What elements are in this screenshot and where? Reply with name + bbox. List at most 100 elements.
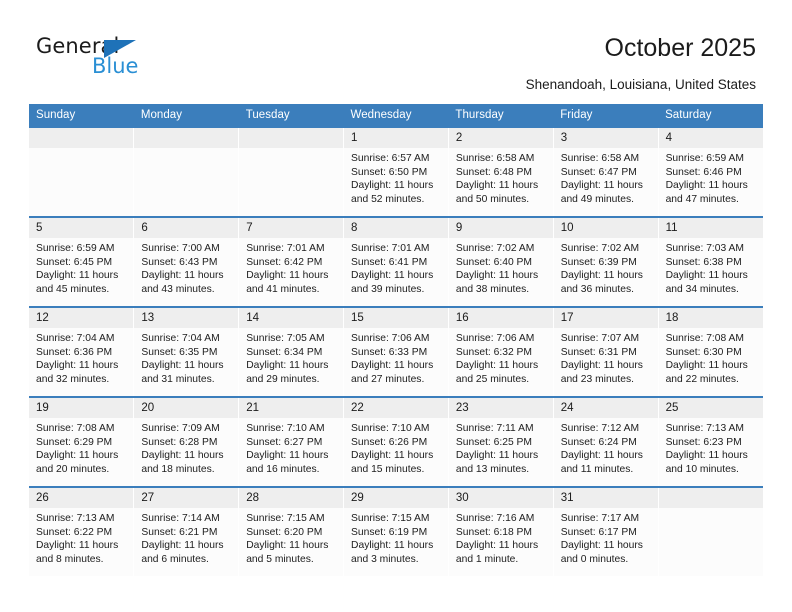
location-subtitle: Shenandoah, Louisiana, United States bbox=[525, 77, 756, 92]
day-number: 29 bbox=[344, 488, 448, 508]
day-number: 8 bbox=[344, 218, 448, 238]
calendar-day-cell[interactable]: 3 Sunrise: 6:58 AM Sunset: 6:47 PM Daylight… bbox=[553, 126, 659, 217]
day-details: Sunrise: 6:58 AM Sunset: 6:48 PM Daylight:… bbox=[449, 148, 553, 206]
calendar-day-cell[interactable]: 16 Sunrise: 7:06 AM Sunset: 6:32 PM Dayligh… bbox=[448, 306, 554, 397]
sunrise-time: Sunrise: 7:03 AM bbox=[665, 243, 744, 254]
daylight-duration-line1: Daylight: 11 hours bbox=[351, 180, 434, 192]
daylight-duration-line1: Daylight: 11 hours bbox=[141, 360, 224, 372]
day-number: 21 bbox=[239, 398, 344, 418]
calendar-day-cell[interactable]: 21 Sunrise: 7:10 AM Sunset: 6:27 PM Dayligh… bbox=[238, 396, 345, 487]
daylight-duration-line2: and 22 minutes. bbox=[665, 373, 739, 385]
calendar-day-cell[interactable]: 22 Sunrise: 7:10 AM Sunset: 6:26 PM Dayligh… bbox=[343, 396, 449, 487]
sunrise-time: Sunrise: 6:59 AM bbox=[665, 153, 744, 164]
day-number: 26 bbox=[29, 488, 134, 508]
general-blue-logo[interactable]: General Blue bbox=[36, 34, 266, 90]
calendar-day-cell[interactable]: 28 Sunrise: 7:15 AM Sunset: 6:20 PM Dayligh… bbox=[238, 486, 345, 576]
daylight-duration-line1: Daylight: 11 hours bbox=[560, 270, 643, 282]
calendar-day-cell[interactable]: 11 Sunrise: 7:03 AM Sunset: 6:38 PM Dayligh… bbox=[658, 216, 763, 307]
calendar-day-cell[interactable]: 31 Sunrise: 7:17 AM Sunset: 6:17 PM Dayligh… bbox=[553, 486, 659, 576]
calendar-day-cell[interactable]: 2 Sunrise: 6:58 AM Sunset: 6:48 PM Daylight… bbox=[448, 126, 554, 217]
day-number: 28 bbox=[239, 488, 344, 508]
calendar-day-cell[interactable]: 7 Sunrise: 7:01 AM Sunset: 6:42 PM Daylight… bbox=[238, 216, 345, 307]
sunrise-time: Sunrise: 7:13 AM bbox=[36, 513, 115, 524]
daylight-duration-line2: and 31 minutes. bbox=[141, 373, 215, 385]
sunset-time: Sunset: 6:26 PM bbox=[351, 436, 428, 448]
day-details: Sunrise: 7:15 AM Sunset: 6:19 PM Daylight:… bbox=[344, 508, 448, 566]
daylight-duration-line2: and 25 minutes. bbox=[455, 373, 530, 385]
calendar-day-cell[interactable]: 19 Sunrise: 7:08 AM Sunset: 6:29 PM Dayligh… bbox=[29, 396, 135, 487]
calendar-body: 1 Sunrise: 6:57 AM Sunset: 6:50 PM Daylight… bbox=[29, 126, 763, 576]
calendar-day-cell[interactable]: 27 Sunrise: 7:14 AM Sunset: 6:21 PM Dayligh… bbox=[133, 486, 240, 576]
calendar-day-cell[interactable]: 14 Sunrise: 7:05 AM Sunset: 6:34 PM Dayligh… bbox=[238, 306, 345, 397]
day-details: Sunrise: 6:59 AM Sunset: 6:46 PM Daylight:… bbox=[659, 148, 763, 206]
calendar-day-cell[interactable]: 30 Sunrise: 7:16 AM Sunset: 6:18 PM Dayligh… bbox=[448, 486, 554, 576]
sunset-time: Sunset: 6:45 PM bbox=[36, 256, 113, 268]
daylight-duration-line1: Daylight: 11 hours bbox=[36, 360, 119, 372]
daylight-duration-line2: and 3 minutes. bbox=[351, 553, 419, 565]
sunrise-time: Sunrise: 7:16 AM bbox=[455, 513, 535, 524]
sunset-time: Sunset: 6:42 PM bbox=[246, 256, 323, 268]
daylight-duration-line2: and 39 minutes. bbox=[351, 283, 425, 295]
day-details: Sunrise: 7:13 AM Sunset: 6:22 PM Daylight:… bbox=[29, 508, 133, 566]
calendar-day-cell[interactable]: 18 Sunrise: 7:08 AM Sunset: 6:30 PM Dayligh… bbox=[658, 306, 763, 397]
daylight-duration-line1: Daylight: 11 hours bbox=[560, 450, 643, 462]
day-number: 4 bbox=[658, 128, 763, 148]
daylight-duration-line2: and 6 minutes. bbox=[141, 553, 209, 565]
sunrise-time: Sunrise: 7:08 AM bbox=[36, 423, 115, 434]
calendar-day-cell[interactable]: 23 Sunrise: 7:11 AM Sunset: 6:25 PM Dayligh… bbox=[448, 396, 554, 487]
calendar-day-cell[interactable]: 10 Sunrise: 7:02 AM Sunset: 6:39 PM Dayligh… bbox=[553, 216, 659, 307]
daylight-duration-line1: Daylight: 11 hours bbox=[141, 270, 224, 282]
calendar-day-cell[interactable]: 20 Sunrise: 7:09 AM Sunset: 6:28 PM Dayligh… bbox=[133, 396, 240, 487]
calendar-day-cell-empty bbox=[29, 126, 135, 217]
calendar-day-cell[interactable]: 9 Sunrise: 7:02 AM Sunset: 6:40 PM Daylight… bbox=[448, 216, 554, 307]
day-number: 27 bbox=[134, 488, 239, 508]
day-number: 2 bbox=[448, 128, 553, 148]
day-details: Sunrise: 7:02 AM Sunset: 6:39 PM Daylight:… bbox=[554, 238, 658, 296]
daylight-duration-line1: Daylight: 11 hours bbox=[351, 540, 434, 552]
calendar-day-cell[interactable]: 24 Sunrise: 7:12 AM Sunset: 6:24 PM Dayligh… bbox=[553, 396, 659, 487]
calendar-day-cell[interactable]: 12 Sunrise: 7:04 AM Sunset: 6:36 PM Dayligh… bbox=[29, 306, 135, 397]
daylight-duration-line2: and 36 minutes. bbox=[560, 283, 634, 295]
calendar-day-cell[interactable]: 4 Sunrise: 6:59 AM Sunset: 6:46 PM Daylight… bbox=[658, 126, 763, 217]
daylight-duration-line2: and 5 minutes. bbox=[246, 553, 314, 565]
calendar-day-cell[interactable]: 25 Sunrise: 7:13 AM Sunset: 6:23 PM Dayligh… bbox=[658, 396, 763, 487]
calendar-day-cell[interactable]: 5 Sunrise: 6:59 AM Sunset: 6:45 PM Daylight… bbox=[29, 216, 135, 307]
day-details: Sunrise: 7:10 AM Sunset: 6:27 PM Daylight:… bbox=[239, 418, 343, 476]
daylight-duration-line1: Daylight: 11 hours bbox=[455, 180, 539, 192]
day-number: 22 bbox=[344, 398, 448, 418]
daylight-duration-line1: Daylight: 11 hours bbox=[351, 270, 434, 282]
calendar-day-cell[interactable]: 26 Sunrise: 7:13 AM Sunset: 6:22 PM Dayligh… bbox=[29, 486, 135, 576]
calendar-day-cell[interactable]: 1 Sunrise: 6:57 AM Sunset: 6:50 PM Daylight… bbox=[343, 126, 449, 217]
daylight-duration-line2: and 49 minutes. bbox=[560, 193, 634, 205]
day-details: Sunrise: 7:10 AM Sunset: 6:26 PM Daylight:… bbox=[344, 418, 448, 476]
calendar-day-cell[interactable]: 15 Sunrise: 7:06 AM Sunset: 6:33 PM Dayligh… bbox=[343, 306, 449, 397]
daylight-duration-line1: Daylight: 11 hours bbox=[455, 270, 539, 282]
sunrise-time: Sunrise: 7:09 AM bbox=[141, 423, 220, 434]
sunset-time: Sunset: 6:36 PM bbox=[36, 346, 113, 358]
calendar-day-cell[interactable]: 13 Sunrise: 7:04 AM Sunset: 6:35 PM Dayligh… bbox=[133, 306, 240, 397]
day-number: 16 bbox=[448, 308, 553, 328]
sunrise-time: Sunrise: 7:10 AM bbox=[246, 423, 325, 434]
weekday-header-tuesday: Tuesday bbox=[238, 104, 344, 127]
sunrise-time: Sunrise: 6:58 AM bbox=[560, 153, 640, 164]
sunset-time: Sunset: 6:19 PM bbox=[351, 526, 428, 538]
calendar-day-cell[interactable]: 6 Sunrise: 7:00 AM Sunset: 6:43 PM Daylight… bbox=[133, 216, 240, 307]
sunset-time: Sunset: 6:33 PM bbox=[351, 346, 428, 358]
daylight-duration-line2: and 45 minutes. bbox=[36, 283, 110, 295]
calendar-week-row: 1 Sunrise: 6:57 AM Sunset: 6:50 PM Daylight… bbox=[29, 126, 763, 217]
day-details: Sunrise: 7:08 AM Sunset: 6:30 PM Daylight:… bbox=[659, 328, 763, 386]
sunrise-time: Sunrise: 7:15 AM bbox=[246, 513, 325, 524]
sunrise-time: Sunrise: 7:01 AM bbox=[351, 243, 430, 254]
day-number: 3 bbox=[553, 128, 658, 148]
calendar-day-cell[interactable]: 17 Sunrise: 7:07 AM Sunset: 6:31 PM Dayligh… bbox=[553, 306, 659, 397]
sunset-time: Sunset: 6:41 PM bbox=[351, 256, 428, 268]
day-details: Sunrise: 7:06 AM Sunset: 6:33 PM Daylight:… bbox=[344, 328, 448, 386]
sunrise-time: Sunrise: 7:04 AM bbox=[36, 333, 115, 344]
sunrise-time: Sunrise: 7:14 AM bbox=[141, 513, 220, 524]
daylight-duration-line2: and 52 minutes. bbox=[351, 193, 425, 205]
weekday-header-thursday: Thursday bbox=[448, 104, 554, 127]
day-number: 17 bbox=[553, 308, 658, 328]
sunrise-time: Sunrise: 7:01 AM bbox=[246, 243, 325, 254]
calendar-day-cell[interactable]: 8 Sunrise: 7:01 AM Sunset: 6:41 PM Daylight… bbox=[343, 216, 449, 307]
calendar-day-cell[interactable]: 29 Sunrise: 7:15 AM Sunset: 6:19 PM Dayligh… bbox=[343, 486, 449, 576]
